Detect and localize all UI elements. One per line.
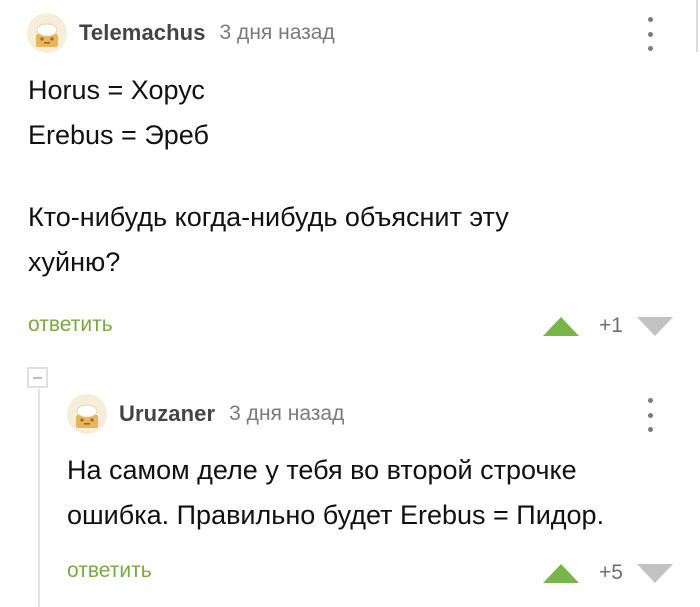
rating-count: +5 [599, 561, 623, 584]
comment-line: Horus = Хорус [28, 75, 205, 105]
default-avatar-icon [67, 394, 107, 434]
scrollbar[interactable] [694, 0, 700, 607]
downvote-arrow-icon[interactable] [636, 316, 673, 336]
avatar[interactable] [27, 13, 67, 53]
comment-header: Uruzaner 3 дня назад [67, 394, 344, 434]
kebab-menu-icon[interactable] [643, 17, 657, 51]
default-avatar-icon [27, 13, 67, 53]
comment-line: хуйню? [28, 247, 121, 277]
comment-text: Horus = Хорус Erebus = Эреб Кто-нибудь к… [28, 68, 509, 285]
comment-line: ошибка. Правильно будет Erebus = Пидор. [67, 500, 605, 530]
downvote-arrow-icon[interactable] [636, 563, 673, 583]
upvote-arrow-icon[interactable] [543, 563, 579, 583]
reply-link[interactable]: ответить [67, 559, 152, 583]
comment-text: На самом деле у тебя во второй строчке о… [67, 448, 604, 538]
comment-line: Erebus = Эреб [28, 120, 209, 150]
comment-line: Кто-нибудь когда-нибудь объяснит эту [28, 202, 509, 232]
upvote-arrow-icon[interactable] [543, 316, 579, 336]
reply-link[interactable]: ответить [28, 313, 113, 337]
avatar[interactable] [67, 394, 107, 434]
kebab-menu-icon[interactable] [643, 398, 657, 432]
vote-controls: +5 [543, 561, 673, 585]
author-name[interactable]: Uruzaner [119, 401, 215, 427]
comment-time: 3 дня назад [219, 21, 335, 44]
rating-count: +1 [599, 314, 623, 337]
comment-line-blank [28, 158, 509, 195]
collapse-minus-icon[interactable] [27, 367, 48, 388]
comment-time: 3 дня назад [229, 402, 345, 425]
comment-line: На самом деле у тебя во второй строчке [67, 455, 577, 485]
author-name[interactable]: Telemachus [79, 20, 206, 46]
thread-line[interactable] [38, 389, 40, 607]
comment-header: Telemachus 3 дня назад [27, 13, 335, 53]
vote-controls: +1 [543, 314, 673, 338]
